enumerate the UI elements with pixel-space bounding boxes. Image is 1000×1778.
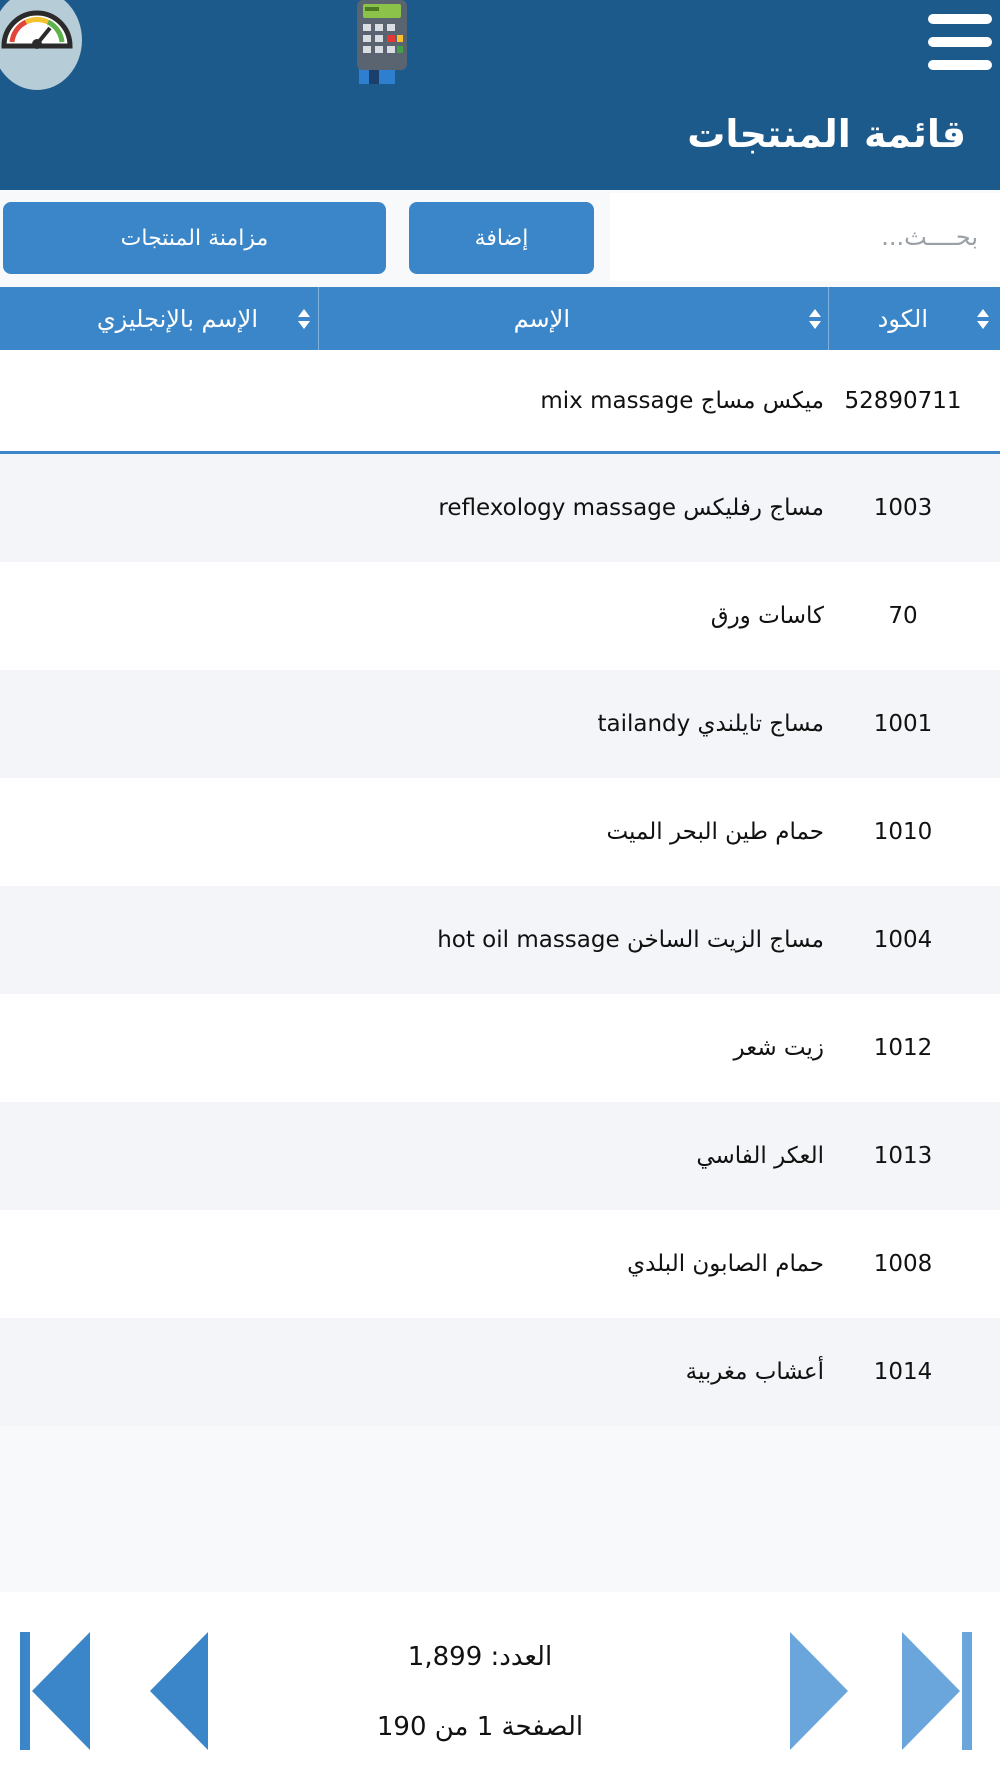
first-page-icon[interactable]: [18, 1630, 92, 1752]
table-row[interactable]: 1003 مساج رفليكس reflexology massage: [0, 454, 1000, 562]
cell-code: 52890711: [844, 387, 962, 414]
cell-name: مساج تايلندي tailandy: [597, 711, 824, 737]
sort-arrows-icon: [809, 309, 821, 329]
table-row[interactable]: 1004 مساج الزيت الساخن hot oil massage: [0, 886, 1000, 994]
page-indicator: الصفحة 1 من 190: [376, 1712, 584, 1742]
column-header-code[interactable]: الكود: [828, 287, 1000, 350]
table-empty-area: [0, 1430, 1000, 1590]
sync-products-button[interactable]: مزامنة المنتجات: [3, 202, 386, 274]
cell-name: ميكس مساج mix massage: [540, 387, 824, 414]
last-page-icon[interactable]: [900, 1630, 974, 1752]
cell-name: مساج الزيت الساخن hot oil massage: [437, 927, 824, 953]
search-box: [610, 193, 1000, 281]
cell-code: 1010: [873, 819, 933, 845]
cell-code: 1004: [873, 927, 933, 953]
cell-code: 1001: [873, 711, 933, 737]
search-input[interactable]: [610, 193, 1000, 281]
pagination-bar: العدد: 1,899 الصفحة 1 من 190: [0, 1592, 1000, 1778]
cell-code: 70: [888, 603, 918, 629]
cell-name: مساج رفليكس reflexology massage: [438, 495, 824, 521]
record-count: العدد: 1,899: [407, 1642, 553, 1672]
hamburger-menu-icon[interactable]: [928, 14, 992, 70]
table-row[interactable]: 1008 حمام الصابون البلدي: [0, 1210, 1000, 1318]
table-row[interactable]: 70 كاسات ورق: [0, 562, 1000, 670]
cell-name: حمام الصابون البلدي: [627, 1251, 824, 1277]
speedometer-icon[interactable]: [0, 0, 82, 90]
sort-arrows-icon: [298, 309, 310, 329]
next-page-icon[interactable]: [788, 1630, 850, 1752]
table-row[interactable]: 1010 حمام طين البحر الميت: [0, 778, 1000, 886]
table-row[interactable]: 1013 العكر الفاسي: [0, 1102, 1000, 1210]
cell-name: حمام طين البحر الميت: [606, 819, 824, 845]
table-header: الكود الإسم الإسم بالإنجليزي: [0, 287, 1000, 350]
table-row[interactable]: 52890711 ميكس مساج mix massage: [0, 350, 1000, 454]
sort-arrows-icon: [977, 309, 989, 329]
cell-code: 1012: [873, 1035, 933, 1061]
column-header-label: الكود: [877, 305, 928, 333]
app-header: قائمة المنتجات: [0, 0, 1000, 190]
previous-page-icon[interactable]: [148, 1630, 210, 1752]
cell-code: 1003: [873, 495, 933, 521]
column-header-label: الإسم بالإنجليزي: [96, 305, 258, 333]
products-table-body: 52890711 ميكس مساج mix massage 1003 مساج…: [0, 350, 1000, 1426]
cell-name: أعشاب مغربية: [685, 1359, 824, 1385]
pos-terminal-icon[interactable]: [353, 0, 415, 90]
table-row[interactable]: 1012 زيت شعر: [0, 994, 1000, 1102]
add-button[interactable]: إضافة: [409, 202, 594, 274]
table-row[interactable]: 1014 أعشاب مغربية: [0, 1318, 1000, 1426]
table-row[interactable]: 1001 مساج تايلندي tailandy: [0, 670, 1000, 778]
cell-name: العكر الفاسي: [696, 1143, 824, 1169]
column-header-english-name[interactable]: الإسم بالإنجليزي: [0, 287, 318, 350]
cell-code: 1013: [873, 1143, 933, 1169]
column-header-label: الإسم: [513, 305, 570, 333]
cell-name: كاسات ورق: [710, 603, 824, 629]
products-page: قائمة المنتجات إضافة مزامنة المنتجات الك…: [0, 0, 1000, 1778]
cell-code: 1014: [873, 1359, 933, 1385]
cell-code: 1008: [873, 1251, 933, 1277]
column-header-name[interactable]: الإسم: [318, 287, 828, 350]
cell-name: زيت شعر: [733, 1035, 824, 1061]
page-title: قائمة المنتجات: [687, 112, 966, 156]
